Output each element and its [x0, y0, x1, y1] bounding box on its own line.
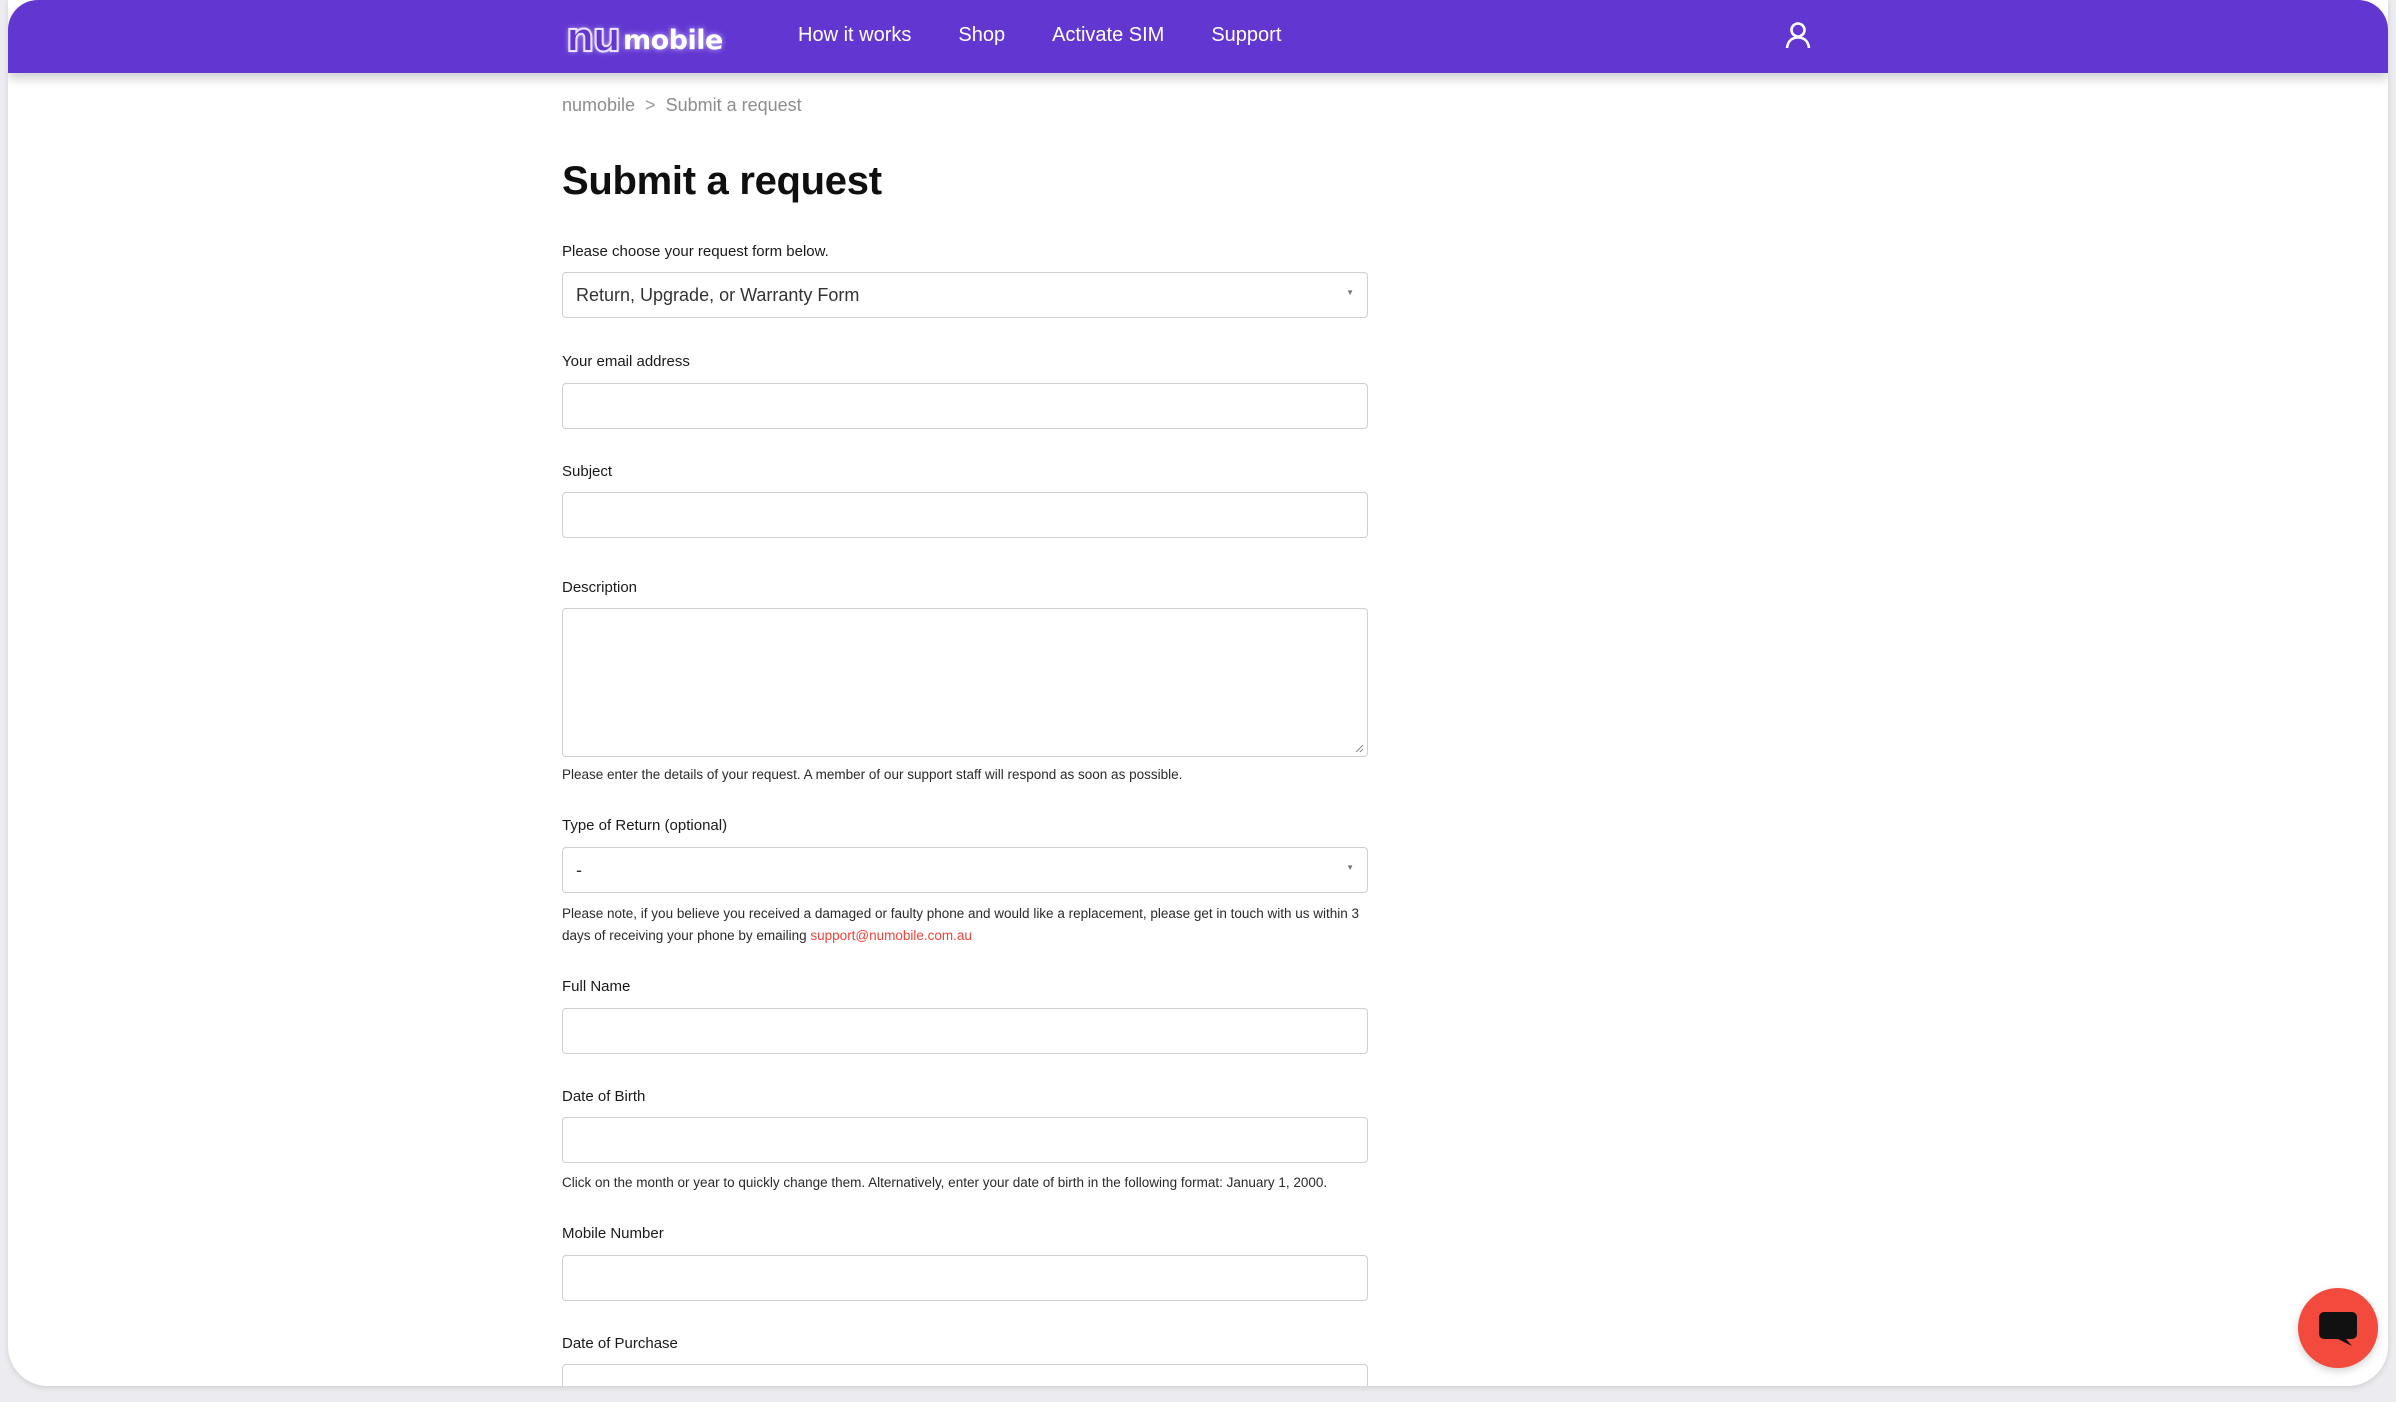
breadcrumb-separator: >: [645, 95, 656, 115]
mobile-number-field[interactable]: [562, 1255, 1368, 1301]
email-field[interactable]: [562, 383, 1368, 429]
request-form-selected-value: Return, Upgrade, or Warranty Form: [576, 285, 860, 305]
full-name-label: Full Name: [562, 978, 631, 995]
chat-button[interactable]: [2298, 1288, 2378, 1368]
breadcrumb: numobile > Submit a request: [562, 95, 802, 116]
nav-shop[interactable]: Shop: [958, 24, 1005, 47]
email-label: Your email address: [562, 353, 690, 370]
chat-bubble-icon: [2319, 1312, 2357, 1346]
numobile-logo[interactable]: nu mobile: [565, 14, 723, 61]
nav-support[interactable]: Support: [1211, 24, 1281, 47]
subject-label: Subject: [562, 463, 613, 480]
purchase-date-label: Date of Purchase: [562, 1335, 678, 1352]
nav-activate-sim[interactable]: Activate SIM: [1052, 24, 1164, 47]
subject-field[interactable]: [562, 492, 1368, 538]
resize-grip-icon[interactable]: [1354, 743, 1364, 753]
mobile-number-label: Mobile Number: [562, 1225, 664, 1242]
full-name-field[interactable]: [562, 1008, 1368, 1054]
return-type-help-text: Please note, if you believe you received…: [562, 903, 1382, 947]
dob-help-text: Click on the month or year to quickly ch…: [562, 1175, 1328, 1190]
main-nav: How it works Shop Activate SIM Support: [798, 0, 1328, 70]
dob-label: Date of Birth: [562, 1088, 646, 1105]
dropdown-caret-icon: ▼: [1346, 288, 1354, 297]
top-navigation-bar: nu mobile How it works Shop Activate SIM…: [8, 0, 2388, 73]
dropdown-caret-icon: ▼: [1346, 863, 1354, 872]
browser-page: nu mobile How it works Shop Activate SIM…: [8, 0, 2388, 1386]
return-type-label: Type of Return (optional): [562, 817, 728, 834]
return-type-selected-value: -: [576, 860, 582, 880]
description-textarea[interactable]: [562, 608, 1368, 757]
user-icon[interactable]: [1783, 20, 1813, 50]
description-help-text: Please enter the details of your request…: [562, 767, 1183, 782]
logo-mobile-text: mobile: [622, 25, 723, 56]
request-form-select[interactable]: Return, Upgrade, or Warranty Form ▼: [562, 272, 1368, 318]
nav-how-it-works[interactable]: How it works: [798, 24, 911, 47]
description-label: Description: [562, 579, 638, 596]
breadcrumb-current[interactable]: Submit a request: [666, 95, 802, 115]
purchase-date-field[interactable]: [562, 1364, 1368, 1386]
request-form-label: Please choose your request form below.: [562, 243, 829, 260]
return-type-select[interactable]: - ▼: [562, 847, 1368, 893]
page-title: Submit a request: [562, 159, 882, 203]
dob-field[interactable]: [562, 1117, 1368, 1163]
logo-nu-text: nu: [565, 15, 622, 61]
breadcrumb-home-link[interactable]: numobile: [562, 95, 635, 115]
support-email-link[interactable]: support@numobile.com.au: [810, 928, 972, 943]
